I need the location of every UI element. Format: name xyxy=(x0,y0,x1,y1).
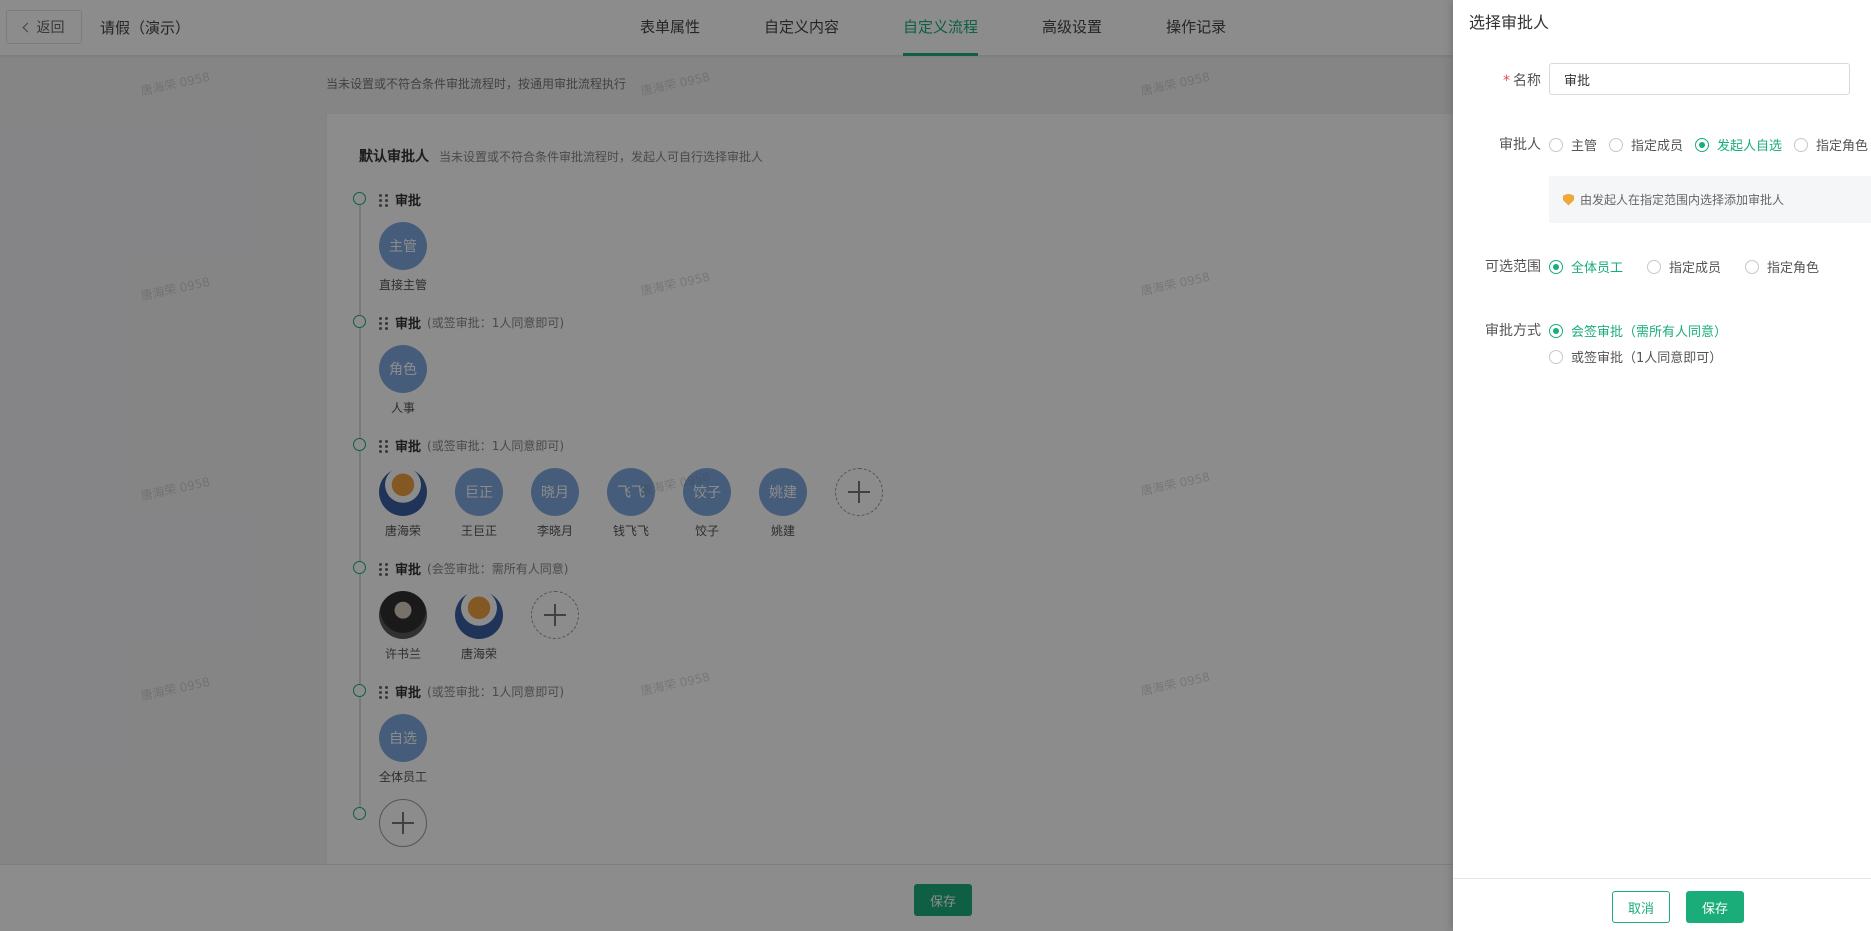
radio-or-sign[interactable]: 或签审批（1人同意即可） xyxy=(1549,347,1722,366)
required-mark: * xyxy=(1503,73,1510,89)
info-box: 由发起人在指定范围内选择添加审批人 xyxy=(1549,176,1871,223)
method-label: 审批方式 xyxy=(1485,323,1541,339)
radio-supervisor[interactable]: 主管 xyxy=(1549,135,1597,154)
shield-icon xyxy=(1563,193,1574,206)
cancel-button[interactable]: 取消 xyxy=(1612,891,1670,923)
drawer-title: 选择审批人 xyxy=(1469,13,1550,32)
radio-scope-member[interactable]: 指定成员 xyxy=(1647,257,1721,276)
approver-label: 审批人 xyxy=(1499,137,1541,153)
save-button[interactable]: 保存 xyxy=(1686,891,1744,923)
radio-countersign[interactable]: 会签审批（需所有人同意） xyxy=(1549,321,1727,340)
scope-radio-group: 全体员工 指定成员 指定角色 xyxy=(1549,257,1819,276)
radio-initiator-select[interactable]: 发起人自选 xyxy=(1695,135,1782,154)
radio-all-staff[interactable]: 全体员工 xyxy=(1549,257,1623,276)
drawer-footer: 取消 保存 xyxy=(1453,878,1871,931)
method-radio-countersign-row: 会签审批（需所有人同意） xyxy=(1549,321,1727,340)
name-label: 名称 xyxy=(1513,73,1541,89)
radio-specified-role[interactable]: 指定角色 xyxy=(1794,135,1868,154)
method-radio-or-sign-row: 或签审批（1人同意即可） xyxy=(1549,347,1722,366)
scope-label: 可选范围 xyxy=(1485,259,1541,275)
radio-scope-role[interactable]: 指定角色 xyxy=(1745,257,1819,276)
approver-radio-group: 主管 指定成员 发起人自选 指定角色 xyxy=(1549,135,1868,154)
name-input[interactable] xyxy=(1549,63,1850,95)
radio-specified-member[interactable]: 指定成员 xyxy=(1609,135,1683,154)
info-text: 由发起人在指定范围内选择添加审批人 xyxy=(1580,193,1785,207)
approver-drawer: 选择审批人 *名称 审批人 主管 指定成员 发起人自选 指定角色 由发起人在指定… xyxy=(1453,0,1871,931)
